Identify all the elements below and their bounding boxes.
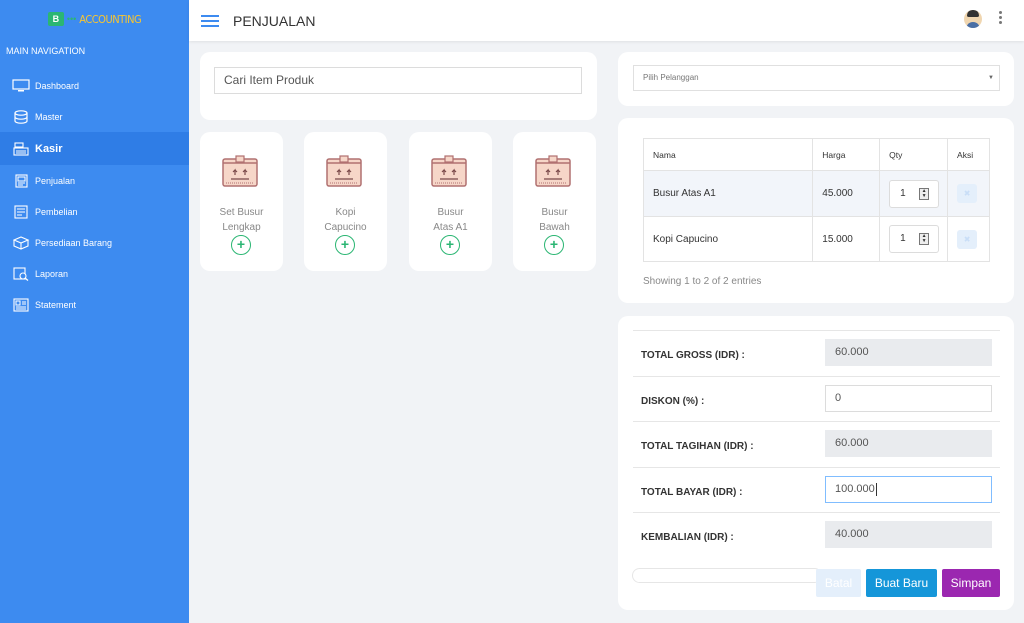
nav-header: MAIN NAVIGATION [6, 46, 86, 56]
sidebar-item-label: Persediaan Barang [35, 237, 113, 248]
sidebar-item-dashboard[interactable]: Dashboard [0, 70, 189, 101]
sidebar-item-kasir[interactable]: Kasir [0, 132, 189, 165]
box-icon [431, 155, 467, 187]
sidebar-item-label: Kasir [35, 142, 63, 155]
add-item-button[interactable]: + [440, 235, 460, 255]
summary-row-bayar: TOTAL BAYAR (IDR) : 100.000 [633, 467, 1000, 512]
table-row: Busur Atas A1 45.000 1 ▲ ▼ ✖ [642, 170, 990, 217]
total-bayar-label: TOTAL BAYAR (IDR) : [641, 487, 743, 498]
total-gross-field: 60.000 [825, 339, 992, 366]
table-header-row: Nama Harga Qty Aksi [642, 138, 990, 171]
add-item-button[interactable]: + [231, 235, 251, 255]
cart-table: Nama Harga Qty Aksi Busur Atas A1 45.000… [642, 138, 990, 262]
sales-icon [12, 173, 30, 188]
customer-select[interactable]: Pilih Pelanggan ▼ [633, 65, 1000, 91]
sidebar-item-master[interactable]: Master [0, 101, 189, 132]
more-vertical-icon[interactable] [999, 11, 1002, 24]
simpan-button[interactable]: Simpan [942, 569, 1000, 597]
quantity-stepper[interactable]: 1 ▲ ▼ [889, 179, 940, 208]
sidebar-item-label: Pembelian [35, 206, 78, 217]
avatar[interactable] [964, 10, 982, 28]
logo-dots: ••• [66, 14, 77, 24]
cash-register-icon [12, 141, 30, 156]
sidebar-item-label: Penjualan [35, 175, 76, 186]
purchase-icon [12, 204, 30, 219]
summary-row-kembalian: KEMBALIAN (IDR) : 40.000 [633, 512, 1000, 557]
delete-button[interactable]: ✖ [957, 184, 978, 203]
statement-icon [12, 297, 30, 312]
product-name: Busur Bawah [539, 207, 570, 233]
product-name: Busur Atas A1 [433, 207, 468, 233]
report-icon [12, 266, 30, 281]
product-card[interactable]: Busur Atas A1 + [409, 132, 492, 271]
column-header[interactable]: Nama [642, 138, 814, 171]
summary-row-diskon: DISKON (%) : 0 [633, 376, 1000, 421]
sidebar-item-statement[interactable]: Statement [0, 289, 189, 320]
product-card[interactable]: Busur Bawah + [513, 132, 596, 271]
column-header[interactable]: Qty [879, 138, 949, 171]
caret-down-icon: ▼ [988, 75, 994, 81]
add-item-button[interactable]: + [544, 235, 564, 255]
sidebar-item-label: Master [35, 111, 63, 122]
diskon-label: DISKON (%) : [641, 396, 705, 407]
sidebar-item-persediaan-barang[interactable]: Persediaan Barang [0, 227, 189, 258]
buat-baru-button[interactable]: Buat Baru [866, 569, 937, 597]
spinner-icon[interactable]: ▲ ▼ [919, 233, 930, 245]
item-price: 15.000 [812, 216, 881, 262]
total-bayar-field[interactable]: 100.000 [825, 476, 992, 503]
database-icon [12, 109, 30, 124]
diskon-field[interactable]: 0 [825, 385, 992, 412]
quantity-stepper[interactable]: 1 ▲ ▼ [889, 225, 940, 253]
delete-button[interactable]: ✖ [957, 229, 978, 249]
item-price: 45.000 [812, 170, 881, 217]
product-card[interactable]: Kopi Capucino + [304, 132, 387, 271]
summary-row-gross: TOTAL GROSS (IDR) : 60.000 [633, 330, 1000, 375]
table-row: Kopi Capucino 15.000 1 ▲ ▼ ✖ [642, 216, 990, 262]
box-icon [326, 155, 362, 187]
total-tagihan-field: 60.000 [825, 430, 992, 457]
inventory-icon [12, 235, 30, 250]
sidebar-item-pembelian[interactable]: Pembelian [0, 196, 189, 227]
total-tagihan-label: TOTAL TAGIHAN (IDR) : [641, 441, 754, 452]
box-icon [535, 155, 571, 187]
product-name: Kopi Capucino [324, 207, 367, 233]
sidebar-item-penjualan[interactable]: Penjualan [0, 165, 189, 196]
add-item-button[interactable]: + [335, 235, 355, 255]
logo-mark: B [47, 12, 64, 26]
column-header[interactable]: Aksi [947, 138, 990, 171]
progress-bar [632, 568, 822, 583]
sidebar-item-laporan[interactable]: Laporan [0, 258, 189, 289]
sidebar-item-label: Dashboard [35, 80, 80, 91]
kembalian-label: KEMBALIAN (IDR) : [641, 532, 734, 543]
kembalian-field: 40.000 [825, 521, 992, 548]
logo-text: ACCOUNTING [79, 12, 142, 26]
page-title: PENJUALAN [233, 12, 316, 29]
sidebar: B ••• ACCOUNTING MAIN NAVIGATION Dashboa… [0, 0, 189, 623]
total-gross-label: TOTAL GROSS (IDR) : [641, 350, 745, 361]
monitor-icon [12, 79, 30, 93]
product-card[interactable]: Set Busur Lengkap + [200, 132, 283, 271]
top-bar: PENJUALAN [189, 0, 1024, 41]
box-icon [222, 155, 258, 187]
menu-toggle-icon[interactable] [201, 14, 219, 27]
search-input[interactable]: Cari Item Produk [214, 67, 582, 94]
app-logo[interactable]: B ••• ACCOUNTING [0, 0, 189, 38]
summary-row-tagihan: TOTAL TAGIHAN (IDR) : 60.000 [633, 421, 1000, 466]
item-name: Kopi Capucino [642, 216, 814, 262]
batal-button[interactable]: Batal [816, 569, 861, 597]
column-header[interactable]: Harga [812, 138, 881, 171]
item-name: Busur Atas A1 [642, 170, 814, 217]
sidebar-item-label: Statement [35, 299, 77, 310]
sidebar-item-label: Laporan [35, 268, 69, 279]
entries-info: Showing 1 to 2 of 2 entries [643, 276, 762, 287]
spinner-icon[interactable]: ▲ ▼ [919, 187, 930, 200]
product-name: Set Busur Lengkap [219, 207, 264, 233]
